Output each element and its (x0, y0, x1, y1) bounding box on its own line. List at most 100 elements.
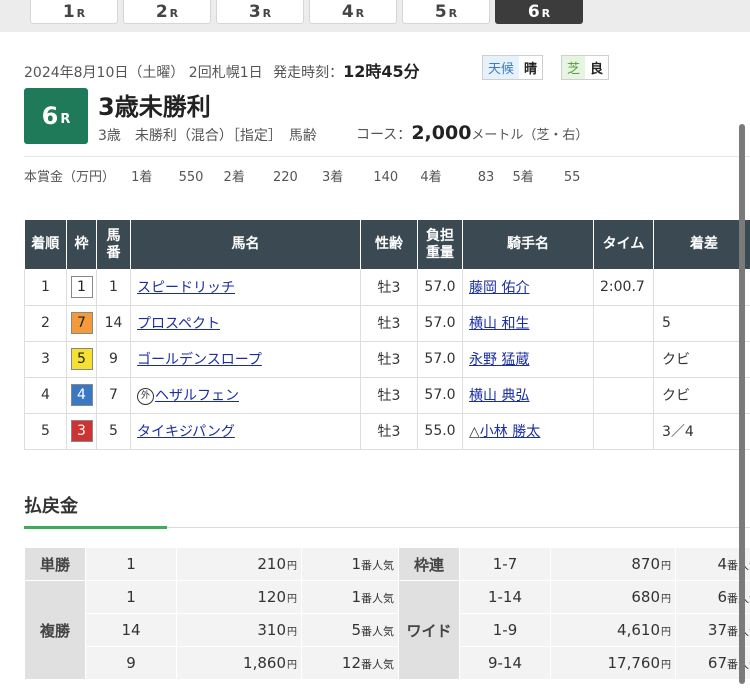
carried-weight: 57.0 (417, 305, 463, 342)
race-tab-5[interactable]: 5R (402, 0, 490, 24)
payout-number: 1-7 (459, 547, 551, 581)
weather-label: 天候 (483, 56, 520, 79)
header-time[interactable]: タイム (593, 220, 654, 269)
jockey-link[interactable]: 横山 和生 (469, 316, 529, 332)
finish-time (593, 305, 654, 342)
result-row: 1 1 1 スピードリッチ 牡3 57.0 藤岡 佑介 2:00.7 (24, 269, 750, 306)
race-course: コース：2,000メートル（芝・右） (356, 122, 588, 144)
payout-row: 単勝 1 210円 1番人気 枠連 1-7 870円 4番人気 (24, 547, 750, 581)
wide-label: ワイド (398, 580, 460, 680)
prize-label: 本賞金（万円） (24, 170, 116, 185)
result-row: 3 5 9 ゴールデンスロープ 牡3 57.0 永野 猛蔵 クビ (24, 341, 750, 378)
prize-amount: 550 (178, 170, 204, 185)
header-weight[interactable]: 負担 重量 (417, 220, 463, 269)
horse-name-link[interactable]: スピードリッチ (137, 280, 235, 296)
race-tab-6[interactable]: 6R (495, 0, 583, 24)
prize-amount: 55 (563, 170, 581, 185)
horse-number: 9 (96, 341, 131, 378)
sex-age: 牡3 (360, 413, 418, 450)
payout-popularity: 12番人気 (301, 646, 399, 680)
horse-name-link[interactable]: ヘザルフェン (155, 388, 239, 404)
header-sex-age[interactable]: 性齢 (360, 220, 418, 269)
jockey-link[interactable]: 小林 勝太 (480, 424, 540, 440)
horse-number: 14 (96, 305, 131, 342)
prize-amount: 220 (272, 170, 298, 185)
header-horse[interactable]: 馬名 (130, 220, 361, 269)
waku-badge: 1 (70, 275, 93, 298)
payout-title: 払戻金 (24, 496, 78, 517)
waku-cell: 4 (66, 377, 97, 414)
jockey-link[interactable]: 永野 猛蔵 (469, 352, 529, 368)
fukusho-label: 複勝 (24, 580, 86, 680)
race-tab-4[interactable]: 4R (309, 0, 397, 24)
prize-money: 本賞金（万円） 1着 550 2着 220 3着 140 4着 83 5着 55 (24, 166, 580, 185)
finish-position: 1 (24, 269, 67, 306)
start-time: 12時45分 (343, 62, 420, 81)
finish-time (593, 377, 654, 414)
race-tabs: 1R 2R 3R 4R 5R 6R (0, 0, 750, 32)
header-waku[interactable]: 枠 (66, 220, 97, 269)
finish-margin: クビ (653, 377, 750, 414)
payout-row: 14 310円 5番人気 1-9 4,610円 37番人気 (25, 613, 750, 647)
course-distance: 2,000 (411, 122, 472, 144)
carried-weight: 57.0 (417, 341, 463, 378)
horse-number: 7 (96, 377, 131, 414)
horse-number: 1 (96, 269, 131, 306)
race-tab-1[interactable]: 1R (30, 0, 118, 24)
race-tab-3[interactable]: 3R (216, 0, 304, 24)
race-tab-2[interactable]: 2R (123, 0, 211, 24)
payout-popularity: 1番人気 (301, 580, 399, 614)
horse-name-cell: ゴールデンスロープ (130, 341, 361, 378)
surface-label: 芝 (562, 56, 586, 79)
payout-table: 単勝 1 210円 1番人気 枠連 1-7 870円 4番人気 複勝 1 120… (24, 547, 750, 680)
finish-margin: 5 (653, 305, 750, 342)
jockey-link[interactable]: 横山 典弘 (469, 388, 529, 404)
prize-place: 2着 (223, 170, 245, 185)
jockey-cell: 藤岡 佑介 (462, 269, 594, 306)
horse-number: 5 (96, 413, 131, 450)
finish-time (593, 341, 654, 378)
jockey-link[interactable]: 藤岡 佑介 (469, 280, 529, 296)
payout-row: 複勝 1 120円 1番人気 ワイド 1-14 680円 6番人気 (24, 580, 750, 680)
payout-number: 1-9 (459, 613, 551, 647)
going-value: 良 (585, 56, 609, 79)
jockey-cell: △小林 勝太 (462, 413, 594, 450)
horse-name-cell: 外ヘザルフェン (130, 377, 361, 414)
carried-weight: 57.0 (417, 377, 463, 414)
result-row: 2 7 14 プロスペクト 牡3 57.0 横山 和生 5 (24, 305, 750, 342)
jockey-cell: 永野 猛蔵 (462, 341, 594, 378)
header-rank[interactable]: 着順 (24, 220, 67, 269)
horse-name-link[interactable]: ゴールデンスロープ (137, 352, 262, 368)
finish-position: 2 (24, 305, 67, 342)
horse-name-cell: タイキジパング (130, 413, 361, 450)
prize-amount: 140 (373, 170, 399, 185)
course-unit: メートル（芝・右） (471, 128, 589, 143)
scrollbar[interactable] (739, 124, 745, 684)
race-date-meet: 2024年8月10日（土曜） 2回札幌1日 (24, 65, 263, 81)
waku-cell: 1 (66, 269, 97, 306)
payout-accent-line (24, 526, 167, 529)
sex-age: 牡3 (360, 305, 418, 342)
finish-time (593, 413, 654, 450)
finish-margin: クビ (653, 341, 750, 378)
header-jockey[interactable]: 騎手名 (462, 220, 594, 269)
waku-cell: 5 (66, 341, 97, 378)
finish-position: 3 (24, 341, 67, 378)
payout-number: 1 (85, 580, 177, 614)
start-time-label: 発走時刻： (273, 65, 344, 81)
horse-name-link[interactable]: タイキジパング (137, 424, 235, 440)
waku-badge: 5 (70, 348, 93, 370)
prize-place: 3着 (321, 170, 344, 185)
header-umaban[interactable]: 馬番 (96, 220, 131, 269)
finish-position: 4 (24, 377, 67, 414)
carried-weight: 55.0 (417, 413, 463, 450)
header-margin[interactable]: 着差 (653, 220, 750, 269)
race-number-badge: 6R (24, 88, 88, 144)
jockey-cell: 横山 典弘 (462, 377, 594, 414)
race-date-info: 2024年8月10日（土曜） 2回札幌1日 発走時刻：12時45分 (24, 58, 420, 82)
payout-amount: 310円 (176, 613, 302, 647)
payout-number: 9-14 (459, 646, 551, 680)
prize-amount: 83 (477, 170, 495, 185)
finish-time: 2:00.7 (593, 269, 654, 306)
horse-name-link[interactable]: プロスペクト (137, 316, 220, 332)
